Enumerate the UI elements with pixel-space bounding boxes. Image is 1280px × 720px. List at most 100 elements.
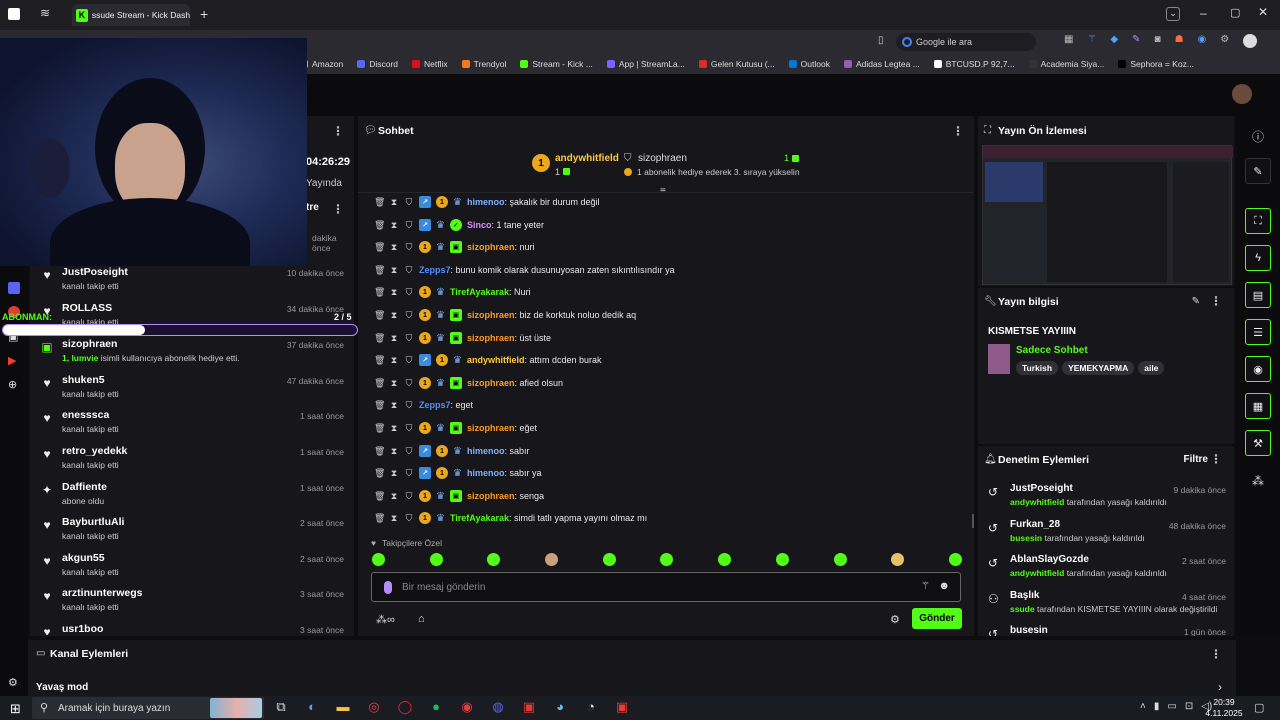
mod-action-target[interactable]: busesin — [1010, 625, 1048, 636]
mic-tray-icon[interactable]: ▮ — [1154, 701, 1160, 712]
kebab-menu-icon[interactable]: ⋮ — [332, 124, 344, 138]
send-button[interactable]: Gönder — [912, 608, 962, 629]
timeout-icon[interactable]: ⧗ — [389, 242, 399, 253]
pinned-gifter[interactable]: andywhitfield — [555, 153, 619, 164]
points-icon[interactable]: ⁂∞ — [376, 613, 395, 626]
mod-action-item[interactable]: ⚇ Başlık 4 saat önce ssude tarafından KISME… — [988, 590, 1226, 626]
ban-icon[interactable]: ⛉ — [404, 446, 414, 457]
feed-username[interactable]: JustPoseight — [62, 266, 128, 278]
bookmark-item[interactable]: Adidas Legtea ... — [843, 59, 920, 69]
calendar-icon[interactable]: ▦ — [1064, 34, 1073, 48]
bookmark-item[interactable]: Academia Siya... — [1028, 59, 1104, 69]
mod-action-target[interactable]: AblanSlayGozde — [1010, 554, 1089, 565]
taskbar-date[interactable]: 4.11.2025 — [1202, 708, 1246, 718]
info-icon[interactable]: ⓘ — [1252, 128, 1264, 145]
delete-icon[interactable]: 🗑︎ — [374, 423, 385, 434]
feed-item[interactable]: ♥ BayburtluAli 2 saat önce kanalı takip ett… — [40, 516, 346, 552]
maximize-icon[interactable]: ▢ — [1230, 6, 1240, 19]
close-icon[interactable]: ✕ — [1258, 5, 1268, 19]
edit-pencil-icon[interactable]: ✎ — [1192, 296, 1200, 307]
bookmark-item[interactable]: App | StreamLa... — [606, 59, 685, 69]
broadcast-icon[interactable]: ◉ — [1245, 356, 1271, 382]
emoji-icon[interactable]: ☻ — [938, 580, 950, 592]
channel-actions-kebab-icon[interactable]: ⋮ — [1210, 647, 1222, 661]
delete-icon[interactable]: 🗑︎ — [374, 220, 385, 231]
screen-capture-icon[interactable]: ⛶ — [1245, 208, 1271, 234]
mod-action-by[interactable]: andywhitfield — [1010, 568, 1064, 578]
chat-message[interactable]: 🗑︎ ⧗ ⛉ ↗ 1 ♛ himenoo: sabır — [374, 442, 530, 460]
discord-icon[interactable] — [8, 282, 20, 294]
feed-username[interactable]: enesssca — [62, 409, 109, 421]
timeout-icon[interactable]: ⧗ — [389, 446, 399, 457]
tools-icon[interactable]: ⚒ — [1245, 430, 1271, 456]
feed-item[interactable]: ♥ usr1boo 3 saat önce — [40, 623, 346, 635]
add-icon[interactable]: ⊕ — [8, 378, 17, 391]
emote-icon[interactable] — [372, 553, 385, 566]
search-engine-box[interactable]: Google ile ara — [896, 33, 1036, 51]
stream-tag[interactable]: aile — [1138, 361, 1165, 375]
chat-username[interactable]: sizophraen — [467, 310, 515, 320]
timeout-icon[interactable]: ⧗ — [389, 468, 399, 479]
store-icon[interactable]: ⌂ — [418, 613, 425, 625]
obs-icon[interactable]: ◔ — [582, 699, 600, 715]
ban-icon[interactable]: ⛉ — [404, 491, 414, 502]
ban-icon[interactable]: ⛉ — [404, 513, 414, 524]
category-name[interactable]: Sadece Sohbet — [1016, 345, 1088, 356]
timeout-icon[interactable]: ⧗ — [389, 378, 399, 389]
extension-icon[interactable]: ⚚ — [1087, 34, 1096, 48]
extension-icon[interactable]: ◆ — [1110, 34, 1118, 48]
extension-icon[interactable]: ✎ — [1132, 34, 1140, 48]
mod-action-item[interactable]: ↺ JustPoseight 9 dakika önce andywhitfield … — [988, 483, 1226, 519]
delete-icon[interactable]: 🗑︎ — [374, 446, 385, 457]
tab-active[interactable]: K ssude Stream - Kick Dashbo — [72, 4, 190, 26]
coins-icon[interactable]: ⁂ — [1252, 474, 1264, 488]
filter-button[interactable]: tre — [306, 202, 319, 213]
feed-username[interactable]: akgun55 — [62, 552, 105, 564]
timeout-icon[interactable]: ⧗ — [389, 423, 399, 434]
chevron-right-icon[interactable]: › — [1218, 680, 1222, 694]
chat-username[interactable]: sizophraen — [467, 423, 515, 433]
spotify-icon[interactable]: ● — [427, 699, 445, 715]
app-icon[interactable]: ▣ — [520, 699, 538, 715]
mod-filter-button[interactable]: Filtre — [1184, 454, 1208, 465]
chat-username[interactable]: himenoo — [467, 446, 505, 456]
emote-icon[interactable] — [602, 553, 616, 566]
ban-icon[interactable]: ⛉ — [404, 355, 414, 366]
file-explorer-icon[interactable]: ▬ — [334, 699, 352, 715]
ban-icon[interactable]: ⛉ — [404, 400, 414, 411]
ban-icon[interactable]: ⛉ — [404, 287, 414, 298]
steam-icon[interactable]: ◕ — [551, 699, 569, 715]
timeout-icon[interactable]: ⧗ — [389, 513, 399, 524]
chat-message[interactable]: 🗑︎ ⧗ ⛉ 1 ♛ ▣ sizophraen: üst üste — [374, 329, 551, 347]
chat-username[interactable]: andywhitfield — [467, 355, 525, 365]
delete-icon[interactable]: 🗑︎ — [374, 197, 385, 208]
feed-username[interactable]: BayburtluAli — [62, 516, 124, 528]
chat-message[interactable]: 🗑︎ ⧗ ⛉ 1 ♛ ▣ sizophraen: afied olsun — [374, 374, 563, 392]
kick-emote-icon[interactable]: ⚚ — [921, 581, 930, 592]
extension-icon[interactable]: ◉ — [1198, 34, 1207, 48]
mod-action-item[interactable]: ↺ Furkan_28 48 dakika önce busesin tarafınd… — [988, 519, 1226, 555]
chat-message[interactable]: 🗑︎ ⧗ ⛉ 1 ♛ TirefAyakarak: simdi tatlı yapma y… — [374, 509, 647, 527]
chat-kebab-icon[interactable]: ⋮ — [952, 124, 964, 138]
timeout-icon[interactable]: ⧗ — [389, 220, 399, 231]
delete-icon[interactable]: 🗑︎ — [374, 400, 385, 411]
bookmark-icon[interactable]: ▯ — [878, 35, 884, 46]
mod-action-by[interactable]: andywhitfield — [1010, 497, 1064, 507]
feed-item[interactable]: ♥ retro_yedekk 1 saat önce kanalı takip ett… — [40, 445, 346, 481]
chat-input[interactable]: Bir mesaj gönderin ⚚ ☻ — [371, 572, 961, 602]
mod-action-by[interactable]: busesin — [1010, 533, 1042, 543]
delete-icon[interactable]: 🗑︎ — [374, 491, 385, 502]
delete-icon[interactable]: 🗑︎ — [374, 468, 385, 479]
edit-icon[interactable]: ✎ — [1245, 158, 1271, 184]
mod-action-target[interactable]: Furkan_28 — [1010, 519, 1060, 530]
chat-username[interactable]: TirefAyakarak — [450, 513, 509, 523]
ban-icon[interactable]: ⛉ — [404, 265, 414, 276]
emote-icon[interactable] — [948, 553, 962, 566]
chat-scrollbar[interactable] — [972, 514, 974, 528]
feed-username[interactable]: retro_yedekk — [62, 445, 127, 457]
chat-username[interactable]: sizophraen — [467, 378, 515, 388]
chat-icon[interactable]: ☰ — [1245, 319, 1271, 345]
chat-username[interactable]: himenoo — [467, 468, 505, 478]
mic-icon[interactable] — [384, 581, 392, 594]
timeout-icon[interactable]: ⧗ — [389, 333, 399, 344]
